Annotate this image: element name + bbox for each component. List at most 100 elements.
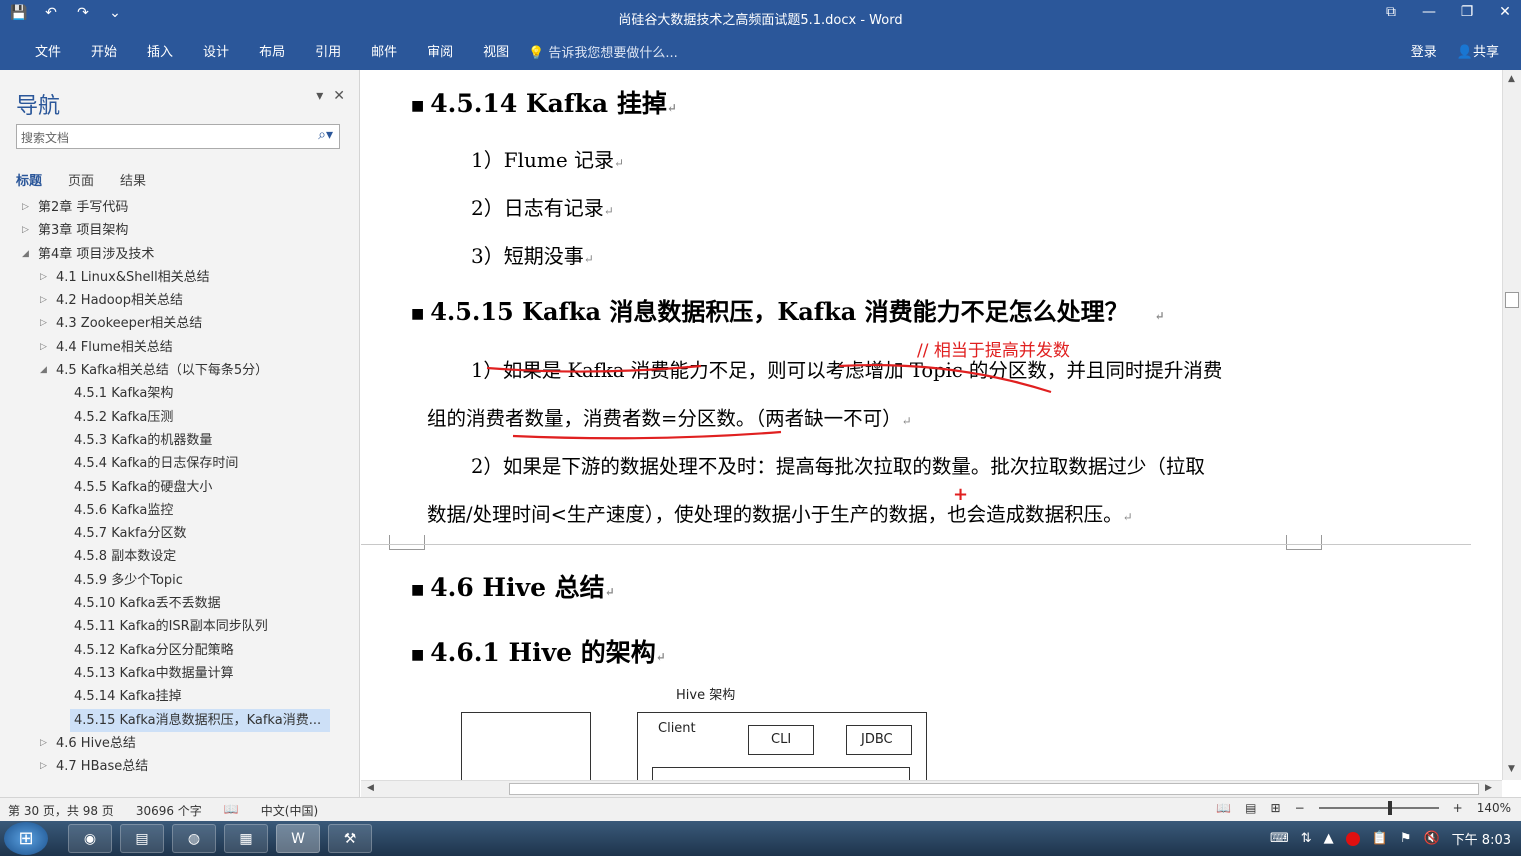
record-icon[interactable] bbox=[1345, 831, 1360, 846]
document-area[interactable]: ■ 4.5.14 Kafka 挂掉↵ 1）Flume 记录↵ 2）日志有记录↵ 3… bbox=[361, 70, 1502, 780]
tab-layout[interactable]: 布局 bbox=[244, 41, 300, 60]
print-layout-icon[interactable]: ▤ bbox=[1245, 801, 1256, 815]
nav-tree-item[interactable]: ◢ 4.5 Kafka相关总结（以下每条5分） bbox=[0, 359, 360, 382]
ribbon-display-icon[interactable]: ⧉ bbox=[1381, 4, 1401, 20]
expand-arrow-icon[interactable]: ▷ bbox=[40, 312, 47, 335]
start-button[interactable]: ⊞ bbox=[4, 822, 48, 855]
collapse-arrow-icon[interactable]: ◢ bbox=[40, 359, 47, 382]
expand-arrow-icon[interactable]: ▷ bbox=[40, 336, 47, 359]
search-icon[interactable]: ⌕▾ bbox=[318, 127, 333, 143]
expand-arrow-icon[interactable]: ▷ bbox=[40, 289, 47, 312]
tab-headings[interactable]: 标题 bbox=[16, 170, 42, 189]
tab-pages[interactable]: 页面 bbox=[68, 170, 94, 189]
tab-results[interactable]: 结果 bbox=[120, 170, 146, 189]
nav-tree-label: 4.5.14 Kafka挂掉 bbox=[74, 689, 182, 705]
nav-tree-item[interactable]: 4.5.3 Kafka的机器数量 bbox=[0, 429, 360, 452]
nav-tree-item[interactable]: 4.5.5 Kafka的硬盘大小 bbox=[0, 476, 360, 499]
share-button[interactable]: 👤共享 bbox=[1457, 41, 1499, 60]
nav-tree-label: 4.5.1 Kafka架构 bbox=[74, 386, 174, 402]
page-count[interactable]: 第 30 页，共 98 页 bbox=[8, 802, 114, 819]
nav-tree-item[interactable]: ▷ 第2章 手写代码 bbox=[0, 196, 360, 219]
word-icon[interactable]: W bbox=[276, 824, 320, 853]
nav-tree-item[interactable]: 4.5.10 Kafka丢不丢数据 bbox=[0, 592, 360, 615]
flag-icon[interactable]: ⚑ bbox=[1400, 831, 1412, 846]
nav-tree-item[interactable]: ▷ 4.2 Hadoop相关总结 bbox=[0, 289, 360, 312]
nav-tree-item[interactable]: 4.5.14 Kafka挂掉 bbox=[0, 685, 360, 708]
nav-tree-item[interactable]: 4.5.1 Kafka架构 bbox=[0, 382, 360, 405]
scroll-down-icon[interactable]: ▼ bbox=[1508, 764, 1515, 774]
nav-tree-item[interactable]: 4.5.15 Kafka消息数据积压，Kafka消费... bbox=[70, 708, 330, 732]
nav-tree-label: 4.6 Hive总结 bbox=[56, 735, 136, 751]
nav-tree-label: 4.5.13 Kafka中数据量计算 bbox=[74, 665, 234, 681]
nav-tree-item[interactable]: 4.5.12 Kafka分区分配策略 bbox=[0, 639, 360, 662]
taskbar: ⊞ ◉ ▤ ◍ ▦ W ⚒ ⌨ ⇅ ▲ 📋 ⚑ 🔇 下午 8:03 bbox=[0, 821, 1521, 856]
tray-expand-icon[interactable]: ▲ bbox=[1324, 831, 1334, 846]
word-count[interactable]: 30696 个字 bbox=[136, 802, 202, 819]
expand-arrow-icon[interactable]: ▷ bbox=[22, 196, 29, 219]
vertical-scrollbar[interactable]: ▲ ▼ bbox=[1502, 70, 1521, 780]
tab-insert[interactable]: 插入 bbox=[132, 41, 188, 60]
nav-tree-item[interactable]: ▷ 4.7 HBase总结 bbox=[0, 755, 360, 778]
nav-tree-item[interactable]: ▷ 4.1 Linux&Shell相关总结 bbox=[0, 266, 360, 289]
expand-arrow-icon[interactable]: ▷ bbox=[40, 266, 47, 289]
tab-mailings[interactable]: 邮件 bbox=[356, 41, 412, 60]
search-input[interactable]: 搜索文档 ⌕▾ bbox=[16, 124, 340, 149]
media-player-icon[interactable]: ◉ bbox=[68, 824, 112, 853]
nav-tree-item[interactable]: 4.5.4 Kafka的日志保存时间 bbox=[0, 452, 360, 475]
nav-tree-item[interactable]: ▷ 4.3 Zookeeper相关总结 bbox=[0, 312, 360, 335]
nav-tree-item[interactable]: ▷ 4.4 Flume相关总结 bbox=[0, 336, 360, 359]
nav-tree-item[interactable]: 4.5.2 Kafka压测 bbox=[0, 406, 360, 429]
scroll-thumb[interactable] bbox=[1505, 292, 1519, 308]
nav-tree-item[interactable]: 4.5.11 Kafka的ISR副本同步队列 bbox=[0, 615, 360, 638]
nav-tree-label: 4.5 Kafka相关总结（以下每条5分） bbox=[56, 363, 269, 379]
volume-icon[interactable]: 🔇 bbox=[1423, 831, 1439, 846]
chrome-icon[interactable]: ◍ bbox=[172, 824, 216, 853]
login-link[interactable]: 登录 bbox=[1411, 41, 1437, 60]
tell-me-box[interactable]: 💡 告诉我您想要做什么... bbox=[528, 42, 678, 61]
nav-tree-item[interactable]: 4.5.8 副本数设定 bbox=[0, 545, 360, 568]
collapse-arrow-icon[interactable]: ◢ bbox=[22, 243, 29, 266]
scroll-up-icon[interactable]: ▲ bbox=[1508, 74, 1515, 84]
zoom-level[interactable]: 140% bbox=[1477, 801, 1511, 815]
explorer-icon[interactable]: ▦ bbox=[224, 824, 268, 853]
nav-tree-item[interactable]: 4.5.13 Kafka中数据量计算 bbox=[0, 662, 360, 685]
nav-tree-item[interactable]: ▷ 第3章 项目架构 bbox=[0, 219, 360, 242]
nav-tree-item[interactable]: ▷ 4.6 Hive总结 bbox=[0, 732, 360, 755]
keyboard-icon[interactable]: ⌨ bbox=[1270, 831, 1289, 846]
clipboard-icon[interactable]: 📋 bbox=[1372, 831, 1388, 846]
web-layout-icon[interactable]: ⊞ bbox=[1271, 801, 1281, 815]
tab-design[interactable]: 设计 bbox=[188, 41, 244, 60]
language-indicator[interactable]: 中文(中国) bbox=[261, 802, 318, 819]
tool-icon[interactable]: ⚒ bbox=[328, 824, 372, 853]
scroll-thumb[interactable] bbox=[509, 783, 1479, 795]
expand-arrow-icon[interactable]: ▷ bbox=[40, 732, 47, 755]
network-icon[interactable]: ⇅ bbox=[1301, 831, 1312, 846]
zoom-in-icon[interactable]: + bbox=[1453, 801, 1463, 815]
clock[interactable]: 下午 8:03 bbox=[1452, 829, 1511, 848]
tab-view[interactable]: 视图 bbox=[468, 41, 524, 60]
tab-review[interactable]: 审阅 bbox=[412, 41, 468, 60]
zoom-slider-knob[interactable] bbox=[1388, 801, 1393, 815]
expand-arrow-icon[interactable]: ▷ bbox=[40, 755, 47, 778]
tab-references[interactable]: 引用 bbox=[300, 41, 356, 60]
horizontal-scrollbar[interactable]: ◀ ▶ bbox=[361, 780, 1502, 797]
nav-tree-item[interactable]: ◢ 第4章 项目涉及技术 bbox=[0, 243, 360, 266]
proofing-icon[interactable]: 📖 bbox=[224, 802, 239, 819]
notepad-icon[interactable]: ▤ bbox=[120, 824, 164, 853]
tab-home[interactable]: 开始 bbox=[76, 41, 132, 60]
nav-tree-item[interactable]: 4.5.6 Kafka监控 bbox=[0, 499, 360, 522]
expand-arrow-icon[interactable]: ▷ bbox=[22, 219, 29, 242]
tab-file[interactable]: 文件 bbox=[20, 41, 76, 60]
chevron-down-icon[interactable]: ▾ bbox=[316, 88, 323, 104]
scroll-right-icon[interactable]: ▶ bbox=[1485, 783, 1492, 793]
nav-tree-item[interactable]: 4.5.9 多少个Topic bbox=[0, 569, 360, 592]
read-mode-icon[interactable]: 📖 bbox=[1216, 801, 1231, 815]
restore-icon[interactable]: ❐ bbox=[1457, 4, 1477, 20]
zoom-slider[interactable] bbox=[1318, 801, 1439, 815]
close-pane-icon[interactable]: ✕ bbox=[333, 88, 345, 104]
nav-tree-item[interactable]: 4.5.7 Kakfa分区数 bbox=[0, 522, 360, 545]
zoom-out-icon[interactable]: − bbox=[1295, 801, 1305, 815]
scroll-left-icon[interactable]: ◀ bbox=[367, 783, 374, 793]
minimize-icon[interactable]: — bbox=[1419, 4, 1439, 20]
close-icon[interactable]: ✕ bbox=[1495, 4, 1515, 20]
